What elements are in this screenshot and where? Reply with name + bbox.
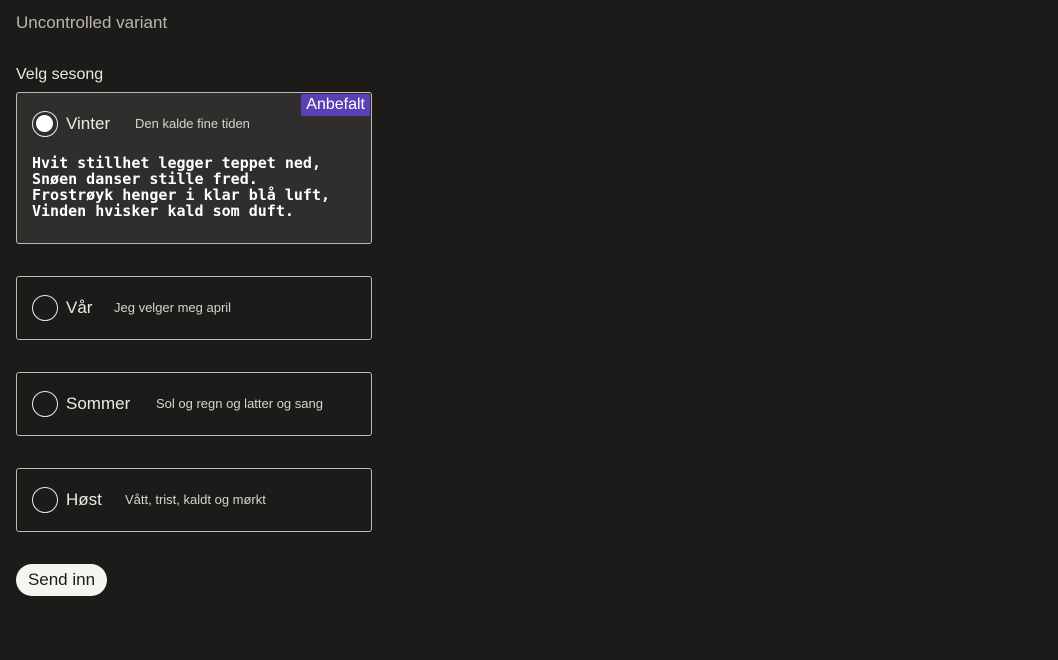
radio-sommer[interactable] (32, 391, 58, 417)
page-heading: Uncontrolled variant (16, 13, 168, 32)
option-description: Sol og regn og latter og sang (156, 396, 323, 411)
group-legend: Velg sesong (16, 66, 104, 83)
option-description: Vått, trist, kaldt og mørkt (125, 492, 266, 507)
submit-button[interactable]: Send inn (16, 564, 107, 596)
option-label: Vår (66, 298, 93, 317)
option-description: Den kalde fine tiden (135, 116, 250, 131)
option-label: Sommer (66, 394, 131, 413)
recommended-badge: Anbefalt (301, 94, 370, 116)
option-label: Høst (66, 490, 102, 509)
option-label: Vinter (66, 114, 111, 133)
radio-var[interactable] (32, 295, 58, 321)
option-card-host[interactable]: Høst Vått, trist, kaldt og mørkt (16, 468, 372, 532)
option-card-sommer[interactable]: Sommer Sol og regn og latter og sang (16, 372, 372, 436)
option-card-var[interactable]: Vår Jeg velger meg april (16, 276, 372, 340)
radio-vinter[interactable] (32, 111, 58, 137)
option-card-vinter[interactable]: Vinter Den kalde fine tiden Anbefalt Hvi… (16, 92, 372, 244)
radio-selected-dot (36, 115, 53, 132)
option-poem: Hvit stillhet legger teppet ned, Snøen d… (32, 154, 331, 220)
radio-host[interactable] (32, 487, 58, 513)
option-description: Jeg velger meg april (114, 300, 232, 315)
